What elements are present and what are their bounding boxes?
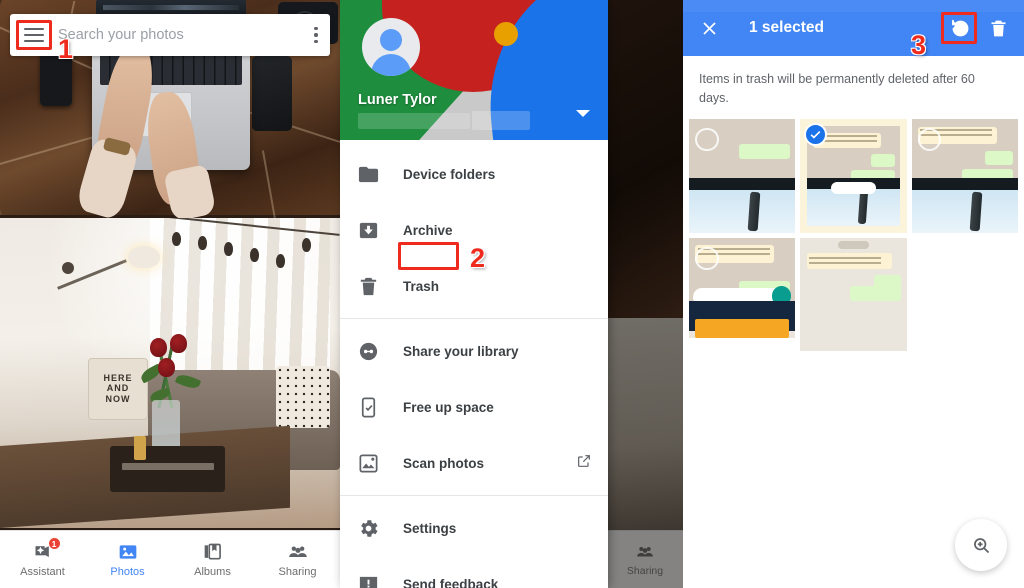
drawer-label-archive: Archive bbox=[403, 222, 453, 238]
feedback-icon bbox=[356, 572, 381, 588]
tutorial-screenshot: HERE AND NOW Search your photos 1 Assist… bbox=[0, 0, 1024, 588]
drawer-label-scan-photos: Scan photos bbox=[403, 455, 485, 471]
kebab-menu-icon[interactable] bbox=[314, 26, 318, 44]
nav-label-albums: Albums bbox=[194, 565, 231, 578]
pillow-line-3: NOW bbox=[105, 393, 131, 404]
drawer-label-send-feedback: Send feedback bbox=[403, 576, 499, 588]
zoom-in-icon bbox=[973, 537, 989, 553]
zoom-in-button[interactable] bbox=[955, 519, 1007, 571]
nav-item-assistant[interactable]: 1 Assistant bbox=[0, 536, 85, 578]
nav-item-sharing[interactable]: Sharing bbox=[255, 542, 340, 578]
folder-icon bbox=[356, 162, 381, 187]
trash-thumbnail[interactable] bbox=[689, 118, 796, 233]
pillow-line-2: AND bbox=[106, 383, 130, 394]
annotation-number-1: 1 bbox=[58, 34, 74, 64]
nav-label-photos: Photos bbox=[110, 565, 145, 578]
drawer-divider-2 bbox=[340, 495, 608, 496]
albums-icon bbox=[202, 542, 224, 562]
photo-object-pillow: HERE AND NOW bbox=[88, 358, 148, 420]
assistant-icon: 1 bbox=[32, 536, 61, 562]
drawer-menu: Device folders Archive Trash Share your … bbox=[340, 140, 608, 588]
drawer-item-send-feedback[interactable]: Send feedback bbox=[340, 556, 608, 588]
dimmed-background-strip[interactable]: Sharing bbox=[605, 0, 685, 588]
photo-object-sleeve-right bbox=[163, 163, 217, 223]
external-link-icon bbox=[576, 453, 592, 474]
nav-item-photos[interactable]: Photos bbox=[85, 542, 170, 578]
selection-count-title: 1 selected bbox=[749, 19, 824, 36]
pillow-line-1: HERE bbox=[103, 372, 133, 383]
photo-object-phone-right bbox=[252, 56, 292, 131]
google-photos-home-panel: HERE AND NOW Search your photos 1 Assist… bbox=[0, 0, 340, 588]
drawer-label-device-folders: Device folders bbox=[403, 166, 496, 182]
navigation-drawer: Luner Tylor Device folders Archive Trash… bbox=[340, 0, 608, 588]
restore-button[interactable] bbox=[948, 16, 972, 40]
account-avatar-icon[interactable] bbox=[362, 18, 420, 76]
annotation-number-3: 3 bbox=[911, 30, 927, 60]
drawer-item-device-folders[interactable]: Device folders bbox=[340, 146, 608, 202]
archive-icon bbox=[356, 218, 381, 243]
account-email-redacted bbox=[358, 113, 470, 129]
trash-icon bbox=[356, 274, 381, 299]
free-up-space-icon bbox=[356, 395, 381, 420]
drawer-label-settings: Settings bbox=[403, 520, 457, 536]
photo-living-room[interactable]: HERE AND NOW bbox=[0, 218, 340, 528]
drawer-account-header[interactable]: Luner Tylor bbox=[340, 0, 608, 140]
trash-thumbnail-empty bbox=[911, 237, 1018, 352]
drawer-label-free-up-space: Free up space bbox=[403, 399, 494, 415]
trash-thumbnail-selected[interactable] bbox=[800, 118, 907, 233]
trash-thumbnail[interactable] bbox=[911, 118, 1018, 233]
nav-label-sharing: Sharing bbox=[278, 565, 317, 578]
photo-object-lamp bbox=[128, 246, 160, 268]
trash-selection-panel: 1 selected Items in trash will be perman… bbox=[683, 0, 1024, 588]
selection-app-bar: 1 selected bbox=[683, 0, 1024, 56]
chevron-down-icon[interactable] bbox=[576, 110, 590, 117]
drawer-item-free-up-space[interactable]: Free up space bbox=[340, 379, 608, 435]
gear-icon bbox=[356, 516, 381, 541]
nav-label-assistant: Assistant bbox=[20, 565, 65, 578]
share-library-icon bbox=[356, 339, 381, 364]
status-bar bbox=[683, 0, 1024, 12]
account-email-redacted-2 bbox=[472, 111, 530, 130]
drawer-item-share-library[interactable]: Share your library bbox=[340, 323, 608, 379]
nav-item-albums[interactable]: Albums bbox=[170, 542, 255, 578]
photos-icon bbox=[117, 542, 139, 562]
account-name: Luner Tylor bbox=[358, 92, 437, 108]
trash-retention-notice: Items in trash will be permanently delet… bbox=[699, 72, 975, 106]
drawer-label-share-library: Share your library bbox=[403, 343, 519, 359]
search-input[interactable]: Search your photos bbox=[58, 27, 300, 43]
scan-photos-icon bbox=[356, 451, 381, 476]
drawer-item-scan-photos[interactable]: Scan photos bbox=[340, 435, 608, 491]
sharing-icon bbox=[287, 542, 309, 562]
hamburger-menu-icon[interactable] bbox=[24, 27, 44, 43]
drawer-item-settings[interactable]: Settings bbox=[340, 500, 608, 556]
assistant-badge: 1 bbox=[47, 536, 61, 550]
drawer-divider-1 bbox=[340, 318, 608, 319]
annotation-number-2: 2 bbox=[470, 243, 486, 273]
selected-check-icon bbox=[804, 122, 828, 146]
drawer-label-trash: Trash bbox=[403, 278, 440, 294]
bottom-navigation: 1 Assistant Photos Albums Sharing bbox=[0, 530, 340, 588]
close-icon[interactable] bbox=[697, 16, 721, 40]
trash-photo-grid bbox=[683, 118, 1024, 352]
trash-thumbnail[interactable] bbox=[800, 237, 907, 352]
trash-thumbnail[interactable] bbox=[689, 237, 796, 352]
delete-button[interactable] bbox=[986, 16, 1010, 40]
